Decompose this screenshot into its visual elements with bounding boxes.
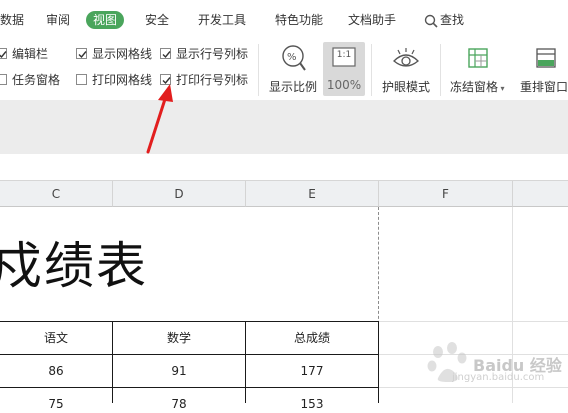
rearrange-windows-icon [536, 48, 556, 68]
tab-developer-tools[interactable]: 开发工具 [198, 11, 246, 29]
ribbon-separator [258, 44, 259, 96]
sheet-title[interactable]: 戍绩表 [0, 226, 148, 298]
table-border [378, 321, 379, 403]
zoom-100-label: 100% [326, 78, 362, 92]
table-header-cell[interactable]: 总成绩 [246, 329, 378, 347]
column-header-d[interactable]: D [113, 181, 246, 207]
tab-document-assistant[interactable]: 文档助手 [348, 11, 396, 29]
table-border [0, 354, 379, 355]
checkbox-box[interactable] [160, 48, 171, 59]
eye-protection-mode-label: 护眼模式 [381, 80, 430, 94]
check-icon [78, 51, 87, 59]
one-to-one-icon-text: 1:1 [336, 50, 352, 60]
gridline [379, 321, 568, 322]
table-cell[interactable]: 78 [113, 395, 245, 413]
rearrange-windows-label: 重排窗口 [520, 80, 568, 94]
ribbon-separator [371, 44, 372, 96]
checkbox-label: 显示行号列标 [176, 47, 249, 61]
column-header-f[interactable]: F [379, 181, 513, 207]
gridline [379, 387, 568, 388]
table-border [0, 387, 379, 388]
freeze-panes-button[interactable]: 冻结窗格 ▾ [446, 42, 508, 96]
check-icon [0, 51, 7, 59]
eye-icon [393, 48, 419, 67]
toolbar-gap-area [0, 100, 568, 155]
formula-bar[interactable] [0, 154, 568, 181]
table-cell[interactable]: 177 [246, 362, 378, 380]
zoom-100-button[interactable]: 1:1 100% [323, 42, 365, 96]
checkbox-label: 显示网格线 [92, 47, 153, 61]
table-header-cell[interactable]: 语文 [0, 329, 112, 347]
column-header-e[interactable]: E [246, 181, 379, 207]
table-border [0, 321, 379, 322]
checkbox-box[interactable] [0, 48, 7, 59]
checkbox-label: 编辑栏 [12, 47, 49, 61]
checkbox-box[interactable] [76, 74, 87, 85]
column-header-c[interactable]: C [0, 181, 113, 207]
zoom-ratio-button[interactable]: % 显示比例 [266, 42, 320, 96]
checkbox-box[interactable] [76, 48, 87, 59]
eye-protection-mode-button[interactable]: 护眼模式 [378, 42, 434, 96]
svg-text:%: % [287, 52, 297, 63]
dropdown-arrow-icon: ▾ [498, 84, 505, 93]
watermark-subtext: jingyan.baidu.com [452, 372, 545, 383]
check-icon [162, 51, 171, 59]
rearrange-windows-button[interactable]: 重排窗口 [514, 42, 568, 96]
annotation-arrow [146, 84, 173, 154]
tab-view[interactable]: 视图 [86, 11, 125, 29]
ribbon-separator [440, 44, 441, 96]
checkbox-label: 打印行号列标 [176, 73, 249, 87]
zoom-ratio-label: 显示比例 [268, 80, 317, 94]
table-cell[interactable]: 86 [0, 362, 112, 380]
freeze-panes-text: 冻结窗格 [450, 80, 499, 94]
checkbox-box[interactable] [0, 74, 7, 85]
column-header-g[interactable] [513, 181, 568, 207]
tab-security[interactable]: 安全 [145, 11, 169, 29]
freeze-panes-icon [468, 48, 488, 68]
menu-bar: 数据 审阅 视图 安全 开发工具 特色功能 文档助手 查找 [0, 0, 568, 38]
ribbon-toolbar: 编辑栏 任务窗格 显示网格线 打印网格线 显示行号列标 打印行号列标 % 显示比… [0, 38, 568, 100]
table-cell[interactable]: 75 [0, 395, 112, 413]
table-cell[interactable]: 91 [113, 362, 245, 380]
search-label: 查找 [440, 13, 465, 27]
search-button[interactable]: 查找 [424, 10, 464, 30]
table-header-cell[interactable]: 数学 [113, 329, 245, 347]
tab-review[interactable]: 审阅 [46, 11, 70, 29]
magnifier-percent-icon: % [282, 45, 306, 71]
freeze-panes-label: 冻结窗格 ▾ [450, 78, 508, 95]
search-icon [424, 14, 438, 28]
tab-special-features[interactable]: 特色功能 [275, 11, 323, 29]
checkbox-label: 任务窗格 [12, 73, 61, 87]
tab-data[interactable]: 数据 [0, 11, 24, 29]
table-cell[interactable]: 153 [246, 395, 378, 413]
